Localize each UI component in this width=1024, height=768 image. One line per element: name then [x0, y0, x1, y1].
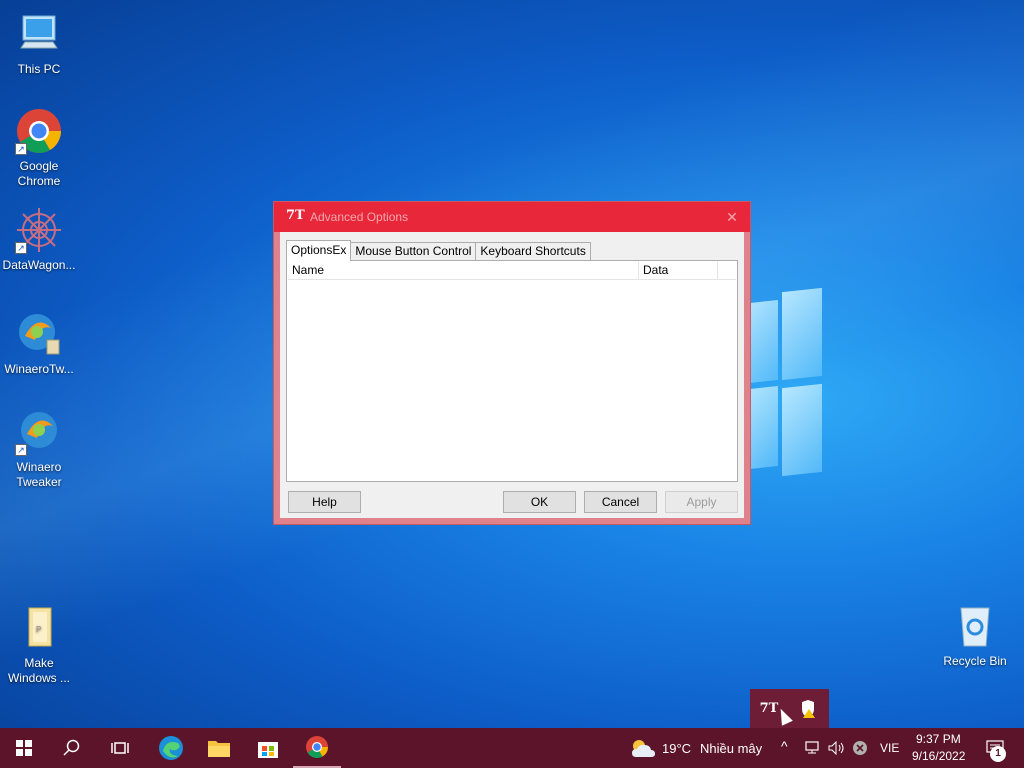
notification-count-badge: 1	[990, 746, 1006, 762]
chrome-icon	[306, 736, 328, 758]
task-view-icon	[111, 742, 129, 754]
shortcut-arrow-icon: ↗	[15, 143, 27, 155]
partly-cloudy-icon	[632, 740, 655, 757]
weather-temperature[interactable]: 19°C	[662, 741, 691, 756]
apply-button[interactable]: Apply	[665, 491, 738, 513]
taskbar: 19°C Nhiều mây ^ VIE 9:37 PM 9/16/2022 1	[0, 728, 1024, 768]
close-icon[interactable]: ✕	[722, 208, 742, 226]
edge-taskbar-button[interactable]	[147, 728, 195, 768]
dialog-titlebar[interactable]: 7T Advanced Options ✕	[274, 202, 750, 232]
desktop-icon-label: Winaero Tweaker	[16, 460, 62, 489]
desktop-icon-datawagon[interactable]: ↗ DataWagon...	[1, 206, 77, 273]
search-button[interactable]	[48, 728, 96, 768]
chrome-taskbar-button[interactable]	[293, 728, 341, 768]
winaero-tweaker-icon	[15, 310, 63, 358]
clock-date[interactable]: 9/16/2022	[912, 749, 965, 763]
tab-strip: OptionsEx Mouse Button Control Keyboard …	[286, 240, 591, 261]
cancel-button[interactable]: Cancel	[584, 491, 657, 513]
desktop-icon-label: Make Windows ...	[7, 656, 70, 685]
desktop-icon-label: This PC	[17, 62, 61, 76]
tab-optionsex[interactable]: OptionsEx	[286, 240, 352, 261]
tab-panel-optionsex: Name Data	[286, 260, 738, 482]
task-view-button[interactable]	[96, 728, 144, 768]
chrome-icon: ↗	[15, 107, 63, 155]
help-button[interactable]: Help	[288, 491, 361, 513]
desktop-icon-label: WinaeroTw...	[4, 362, 74, 376]
show-hidden-icons-chevron-icon[interactable]: ^	[781, 738, 788, 754]
ok-button[interactable]: OK	[503, 491, 576, 513]
column-header-data[interactable]: Data	[639, 262, 718, 280]
desktop-icon-recycle-bin[interactable]: Recycle Bin	[937, 602, 1013, 669]
desktop-icon-this-pc[interactable]: This PC	[1, 10, 77, 77]
shortcut-arrow-icon: ↗	[15, 242, 27, 254]
windows-start-icon	[16, 740, 32, 756]
options-list[interactable]: Name Data	[288, 262, 736, 480]
search-icon	[63, 739, 80, 756]
file-explorer-taskbar-button[interactable]	[195, 728, 243, 768]
action-center-button[interactable]: 1	[976, 728, 1016, 768]
tab-mouse-button-control[interactable]: Mouse Button Control	[350, 242, 477, 261]
advanced-options-dialog: 7T Advanced Options ✕ OptionsEx Mouse Bu…	[273, 201, 751, 525]
computer-icon	[15, 10, 63, 58]
weather-widget-icon[interactable]	[626, 728, 660, 768]
winaero-tweaker-icon: ↗	[15, 408, 63, 456]
clock-time[interactable]: 9:37 PM	[916, 732, 961, 746]
7tt-app-icon: 7T	[286, 208, 305, 223]
edge-icon	[159, 736, 183, 760]
dialog-title: Advanced Options	[310, 210, 409, 224]
desktop-icon-label: DataWagon...	[2, 258, 76, 272]
input-language-indicator[interactable]: VIE	[880, 741, 899, 755]
tab-keyboard-shortcuts[interactable]: Keyboard Shortcuts	[475, 242, 591, 261]
recycle-bin-icon	[951, 602, 999, 650]
windows-logo-wallpaper	[740, 287, 822, 480]
desktop-icon-make-windows[interactable]: P Make Windows ...	[1, 604, 77, 686]
list-header: Name Data	[288, 262, 736, 280]
store-taskbar-button[interactable]	[244, 728, 292, 768]
weather-description[interactable]: Nhiều mây	[700, 741, 762, 756]
datawagon-icon: ↗	[15, 206, 63, 254]
desktop-icon-label: Google Chrome	[17, 159, 61, 188]
volume-icon[interactable]	[825, 728, 849, 768]
7tt-icon[interactable]: 7T	[759, 699, 779, 719]
security-status-icon[interactable]	[849, 728, 871, 768]
folder-icon: P	[15, 604, 63, 652]
file-explorer-icon	[208, 741, 230, 757]
desktop-icon-winaerotweaker-1[interactable]: WinaeroTw...	[1, 310, 77, 377]
network-icon[interactable]	[801, 728, 825, 768]
start-button[interactable]	[0, 728, 48, 768]
shortcut-arrow-icon: ↗	[15, 444, 27, 456]
desktop-icon-label: Recycle Bin	[943, 654, 1007, 668]
desktop-icon-google-chrome[interactable]: ↗ Google Chrome	[1, 107, 77, 189]
microsoft-store-icon	[258, 742, 278, 758]
column-header-name[interactable]: Name	[288, 262, 639, 280]
desktop-icon-winaero-tweaker[interactable]: ↗ Winaero Tweaker	[1, 408, 77, 490]
security-warning-icon[interactable]	[798, 699, 818, 719]
svg-text:P: P	[36, 625, 41, 634]
dialog-client-area: OptionsEx Mouse Button Control Keyboard …	[280, 232, 744, 518]
